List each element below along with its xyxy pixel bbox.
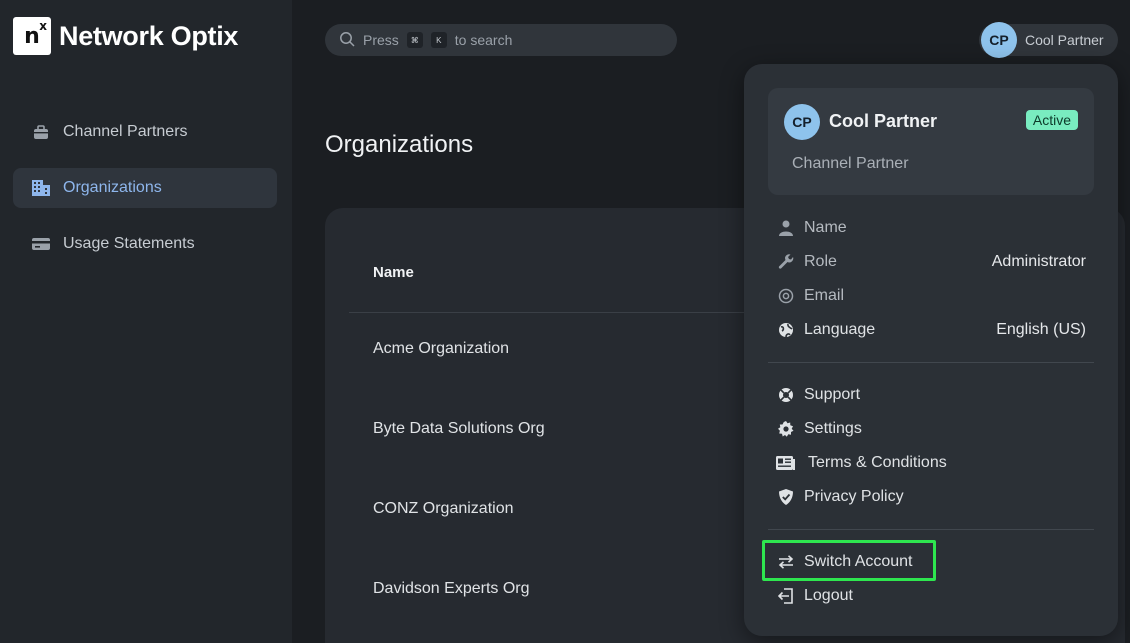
sidebar-item-label: Channel Partners [63, 123, 188, 140]
table-row[interactable]: Davidson Experts Org [373, 580, 530, 598]
status-badge: Active [1025, 110, 1078, 130]
info-label: Language [804, 321, 876, 338]
info-value: English (US) [996, 321, 1086, 338]
brand[interactable]: n x Network Optix [13, 17, 238, 55]
table-row[interactable]: Acme Organization [373, 340, 509, 358]
info-value: Administrator [991, 253, 1086, 270]
sidebar-nav: Channel Partners Organizations Usage Sta… [13, 112, 277, 280]
info-label: Role [804, 253, 837, 270]
building-icon [31, 178, 51, 198]
search-icon [339, 31, 355, 50]
user-chip-name: Cool Partner [1025, 32, 1104, 48]
brand-name: Network Optix [59, 20, 239, 51]
menu-item-terms[interactable]: Terms & Conditions [776, 451, 1086, 475]
menu-item-label: Terms & Conditions [808, 454, 947, 471]
kbd-command: ⌘ [406, 32, 423, 48]
menu-item-support[interactable]: Support [776, 383, 1086, 407]
table-row[interactable]: Byte Data Solutions Org [373, 420, 545, 438]
menu-item-label: Support [804, 386, 861, 403]
lifebuoy-icon [776, 385, 796, 405]
logo-icon: n x [13, 17, 51, 55]
at-icon [776, 286, 796, 306]
wrench-icon [776, 252, 796, 272]
sidebar-item-usage-statements[interactable]: Usage Statements [13, 224, 277, 264]
newspaper-icon [776, 453, 796, 473]
gear-icon [776, 419, 796, 439]
menu-item-label: Switch Account [804, 553, 913, 570]
swap-icon [776, 552, 796, 572]
column-header-name[interactable]: Name [373, 264, 414, 281]
switch-account-button[interactable]: Switch Account [776, 550, 1086, 574]
avatar: CP [784, 104, 820, 140]
search-suffix: to search [454, 32, 513, 48]
logo-sup: x [39, 19, 47, 33]
profile-card: CP Cool Partner Active Channel Partner [768, 88, 1094, 195]
user-icon [776, 218, 796, 238]
info-label: Name [804, 219, 847, 236]
menu-item-label: Settings [804, 420, 862, 437]
credit-card-icon [31, 234, 51, 254]
menu-divider [768, 529, 1094, 530]
page-title: Organizations [325, 131, 474, 158]
logout-button[interactable]: Logout [776, 584, 1086, 608]
profile-role-type: Channel Partner [792, 155, 909, 172]
sidebar-item-channel-partners[interactable]: Channel Partners [13, 112, 277, 152]
menu-item-label: Privacy Policy [804, 488, 904, 505]
menu-item-privacy[interactable]: Privacy Policy [776, 485, 1086, 509]
info-name: Name [776, 216, 1086, 240]
briefcase-icon [31, 122, 51, 142]
logo-letter: n [24, 23, 40, 49]
avatar: CP [981, 22, 1017, 58]
account-menu: CP Cool Partner Active Channel Partner N… [744, 64, 1118, 636]
sidebar-item-label: Organizations [63, 179, 162, 196]
user-menu-button[interactable]: CP Cool Partner [979, 22, 1118, 58]
info-role: Role Administrator [776, 250, 1086, 274]
table-row[interactable]: CONZ Organization [373, 500, 514, 518]
shield-icon [776, 487, 796, 507]
info-email: Email [776, 284, 1086, 308]
sidebar-item-organizations[interactable]: Organizations [13, 168, 277, 208]
logout-icon [776, 586, 796, 606]
info-language[interactable]: Language English (US) [776, 318, 1086, 342]
sidebar: n x Network Optix Channel Partners Organ… [0, 0, 292, 643]
info-label: Email [804, 287, 845, 304]
globe-icon [776, 320, 796, 340]
menu-divider [768, 362, 1094, 363]
menu-item-label: Logout [804, 587, 853, 604]
profile-name: Cool Partner [829, 111, 938, 131]
search-prefix: Press [363, 32, 399, 48]
search-input[interactable]: Press ⌘ K to search [325, 24, 677, 56]
menu-item-settings[interactable]: Settings [776, 417, 1086, 441]
kbd-k: K [430, 32, 447, 48]
sidebar-item-label: Usage Statements [63, 235, 195, 252]
